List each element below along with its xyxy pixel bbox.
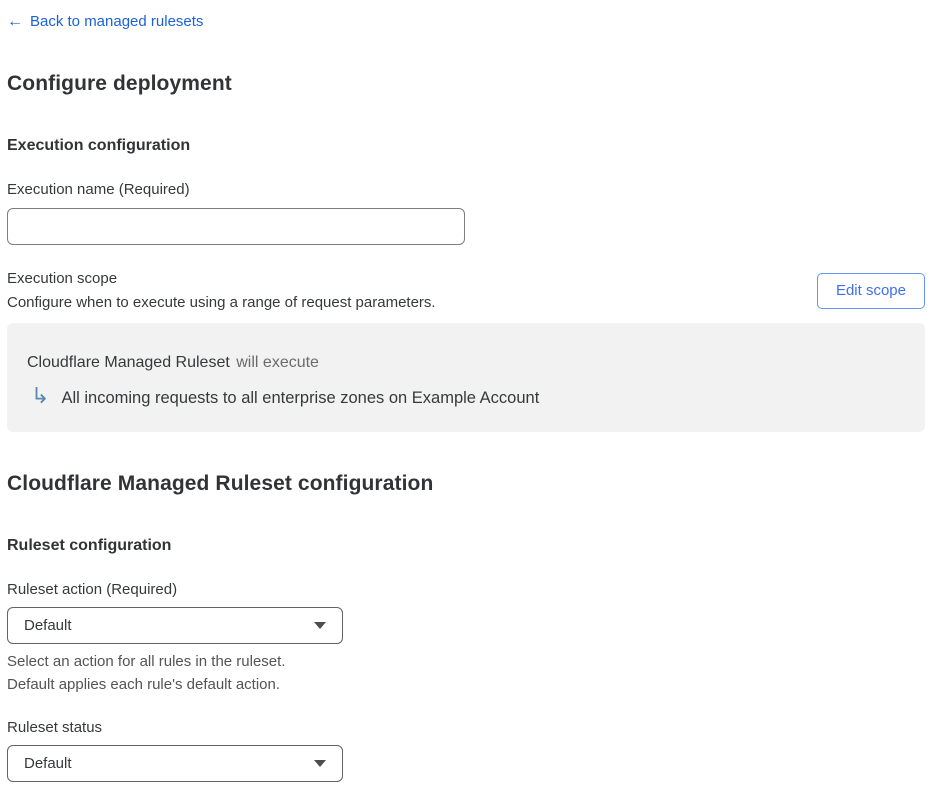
ruleset-configuration-subheading: Ruleset configuration — [7, 536, 925, 556]
ruleset-status-selected-value: Default — [24, 755, 72, 772]
configure-deployment-page: ← Back to managed rulesets Configure dep… — [0, 0, 931, 793]
will-execute-text: will execute — [236, 354, 319, 371]
ruleset-status-label: Ruleset status — [7, 719, 925, 737]
execution-scope-row: Execution scope Configure when to execut… — [7, 267, 925, 315]
ruleset-action-help: Select an action for all rules in the ru… — [7, 650, 925, 696]
ruleset-action-selected-value: Default — [24, 617, 72, 634]
execution-scope-label: Execution scope — [7, 267, 436, 291]
ruleset-action-select[interactable]: Default — [7, 607, 343, 644]
ruleset-action-help-line1: Select an action for all rules in the ru… — [7, 650, 925, 673]
execution-configuration-heading: Execution configuration — [7, 136, 925, 156]
chevron-down-icon — [314, 760, 326, 767]
execution-scope-description: Configure when to execute using a range … — [7, 291, 436, 315]
scope-summary-detail: ↳ All incoming requests to all enterpris… — [27, 385, 905, 411]
ruleset-configuration-title: Cloudflare Managed Ruleset configuration — [7, 472, 925, 496]
back-arrow-icon: ← — [7, 12, 23, 32]
ruleset-action-label: Ruleset action (Required) — [7, 581, 925, 599]
execution-name-input[interactable] — [7, 208, 465, 245]
chevron-down-icon — [314, 622, 326, 629]
back-link-label: Back to managed rulesets — [30, 12, 203, 32]
branch-arrow-icon: ↳ — [31, 385, 49, 407]
scope-summary-headline: Cloudflare Managed Ruleset will execute — [27, 353, 905, 373]
scope-summary-text: All incoming requests to all enterprise … — [61, 387, 539, 409]
ruleset-name-text: Cloudflare Managed Ruleset — [27, 354, 230, 371]
execution-scope-texts: Execution scope Configure when to execut… — [7, 267, 436, 315]
edit-scope-button[interactable]: Edit scope — [817, 273, 925, 309]
ruleset-status-select[interactable]: Default — [7, 745, 343, 782]
page-title: Configure deployment — [7, 72, 925, 96]
back-link[interactable]: ← Back to managed rulesets — [7, 12, 203, 32]
ruleset-action-help-line2: Default applies each rule's default acti… — [7, 673, 925, 696]
ruleset-status-help: Select a status for all rules in the rul… — [7, 788, 925, 793]
ruleset-status-help-line1: Select a status for all rules in the rul… — [7, 788, 925, 793]
execution-name-label: Execution name (Required) — [7, 181, 925, 199]
scope-summary-panel: Cloudflare Managed Ruleset will execute … — [7, 323, 925, 432]
